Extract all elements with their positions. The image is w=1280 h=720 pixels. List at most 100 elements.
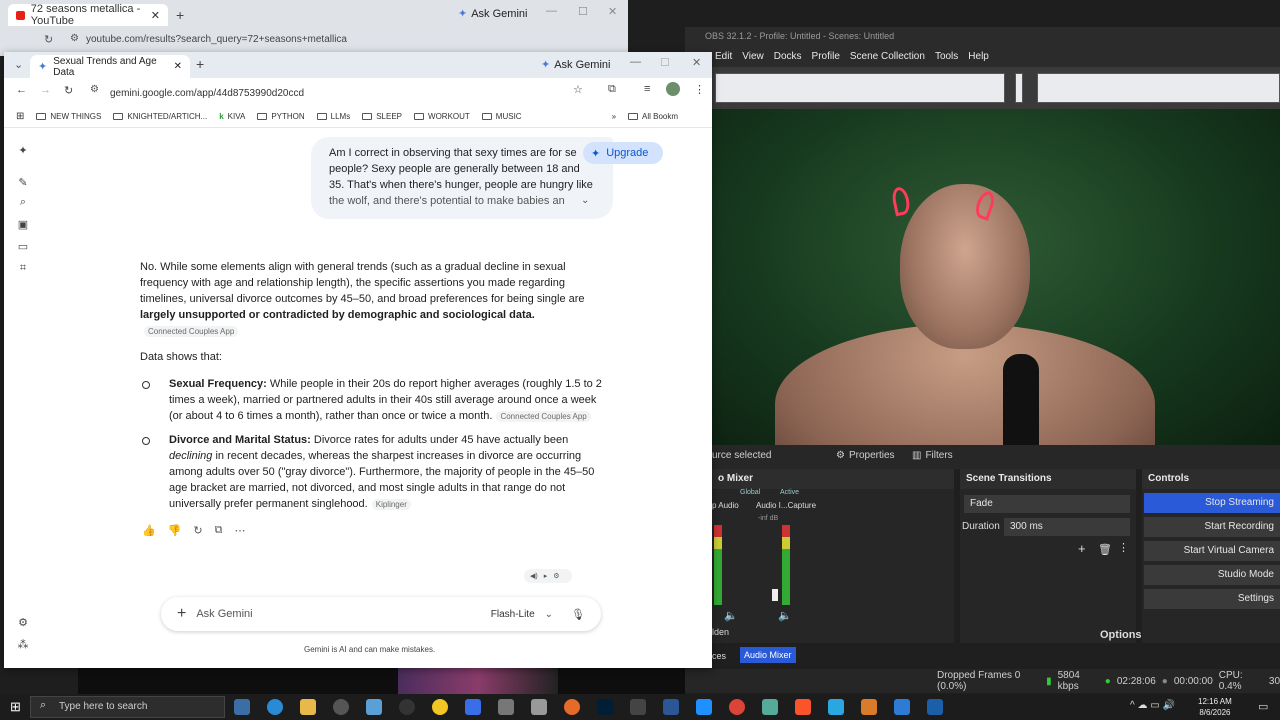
regenerate-icon[interactable]: ↻ [193,524,202,537]
grid-icon[interactable]: ⌗ [16,262,30,275]
file-explorer-icon[interactable] [300,699,316,715]
menu-icon[interactable]: ⋮ [694,83,705,96]
maximize-icon[interactable]: ☐ [660,56,670,69]
task-view-icon[interactable] [234,699,250,715]
settings-icon[interactable]: ⚙ [553,572,559,580]
menu-docks[interactable]: Docks [774,51,802,62]
microphone-icon[interactable]: 🎙 [571,608,585,621]
menu-edit[interactable]: Edit [715,51,732,62]
system-tray-icons[interactable]: ^ ☁ ▭ 🔊 [1130,700,1175,711]
tab-hidden[interactable]: lden [712,627,729,637]
site-info-icon[interactable]: ⚙ [70,33,79,44]
menu-tools[interactable]: Tools [935,51,958,62]
brave-icon[interactable] [795,699,811,715]
add-icon[interactable]: + [1078,541,1086,556]
site-info-icon[interactable]: ⚙ [90,84,99,95]
bookmark-sleep[interactable]: SLEEP [362,112,402,121]
back-icon[interactable]: ← [16,84,27,96]
bookmark-kiva[interactable]: k KIVA [219,112,245,121]
gemini-logo-icon[interactable]: ✦ [16,144,30,157]
close-window-icon[interactable]: ✕ [692,56,701,69]
app-icon[interactable] [531,699,547,715]
bookmark-star-icon[interactable]: ☆ [573,83,583,96]
edge-icon[interactable] [267,699,283,715]
start-icon[interactable]: ⊞ [10,699,21,715]
chrome-icon[interactable] [729,699,745,715]
address-bar[interactable]: gemini.google.com/app/44d8753990d20ccd [110,88,304,99]
close-icon[interactable]: ✕ [151,9,160,22]
bookmark-new-things[interactable]: NEW THINGS [36,112,101,121]
avatar[interactable] [666,82,680,96]
app-icon[interactable] [432,699,448,715]
bookmark-all[interactable]: All Bookm [628,112,678,121]
studio-mode-button[interactable]: Studio Mode [1144,565,1280,585]
bookmark-workout[interactable]: WORKOUT [414,112,470,121]
firefox-icon[interactable] [564,699,580,715]
tab-search-icon[interactable]: ⌄ [14,58,23,71]
minimize-icon[interactable]: — [630,56,641,68]
source-chip[interactable]: Connected Couples App [144,326,239,337]
ask-gemini-button[interactable]: ✦ Ask Gemini [541,58,610,72]
app-icon[interactable] [696,699,712,715]
playlist-icon[interactable]: ≡ [644,83,650,95]
close-window-icon[interactable]: ✕ [608,5,617,18]
stop-streaming-button[interactable]: Stop Streaming [1144,493,1280,513]
add-icon[interactable]: + [177,605,186,623]
app-icon[interactable] [927,699,943,715]
menu-help[interactable]: Help [968,51,989,62]
speaker-icon[interactable]: 🔈 [778,609,792,622]
play-icon[interactable]: ▸ [544,572,548,580]
docs-icon[interactable] [465,699,481,715]
properties-button[interactable]: ⚙ Properties [836,450,895,461]
new-chat-icon[interactable]: ✎ [16,176,30,189]
source-chip[interactable]: Connected Couples App [496,411,591,422]
tab-gemini[interactable]: ✦ Sexual Trends and Age Data ✕ [30,55,190,78]
app-icon[interactable] [663,699,679,715]
app-icon[interactable] [894,699,910,715]
taskbar-search[interactable]: Type here to search [30,696,225,718]
library-icon[interactable]: ▣ [16,218,30,231]
clock[interactable]: 12:16 AM 8/6/2026 [1198,696,1232,718]
tab-youtube[interactable]: 72 seasons metallica - YouTube ✕ [8,3,168,27]
bookmark-music[interactable]: MUSIC [481,112,522,121]
chevron-down-icon[interactable]: ⌄ [545,609,553,620]
new-tab-icon[interactable]: + [176,7,184,23]
menu-view[interactable]: View [742,51,764,62]
apps-icon[interactable]: ⁂ [16,638,30,651]
tab-audio-mixer[interactable]: Audio Mixer [740,647,796,663]
filters-button[interactable]: ▥ Filters [912,450,953,461]
reload-icon[interactable]: ↻ [64,84,73,97]
apps-icon[interactable]: ⊞ [16,111,24,122]
new-tab-icon[interactable]: + [196,56,204,72]
thumbs-up-icon[interactable]: 👍 [142,524,156,537]
more-options-icon[interactable]: ⋯ [234,524,245,537]
menu-profile[interactable]: Profile [812,51,840,62]
source-chip[interactable]: Kiplinger [371,499,411,510]
app-icon[interactable] [828,699,844,715]
speaker-icon[interactable]: 🔈 [724,609,738,622]
photoshop-icon[interactable] [597,699,613,715]
volume-icon[interactable]: ◀) [530,572,538,580]
ask-input[interactable]: Ask Gemini [196,608,252,620]
upgrade-button[interactable]: ✦ Upgrade [583,142,663,164]
more-bookmarks-icon[interactable]: » [612,112,616,121]
bookmark-knighted[interactable]: KNIGHTED/ARTICH... [113,112,207,121]
channel-2-label[interactable]: Audio I...Capture [756,501,816,510]
search-icon[interactable]: ⌕ [16,196,30,209]
obs-icon[interactable] [399,699,415,715]
minimize-icon[interactable]: — [546,5,557,17]
copy-icon[interactable]: ⧉ [215,524,223,537]
model-selector[interactable]: Flash-Lite [491,609,535,620]
extensions-icon[interactable]: ⧉ [608,83,616,96]
app-icon[interactable] [366,699,382,715]
address-bar[interactable]: youtube.com/results?search_query=72+seas… [86,34,347,45]
duration-input[interactable]: 300 ms [1004,518,1130,536]
ask-input-box[interactable]: + Ask Gemini Flash-Lite ⌄ 🎙 [161,597,601,631]
expand-chevron-icon[interactable]: ⌄ [581,195,589,206]
app-icon[interactable] [861,699,877,715]
tab-sources[interactable]: ces [712,651,726,661]
transition-select[interactable]: Fade [964,495,1130,513]
more-icon[interactable]: ⋮ [1118,541,1129,554]
forward-icon[interactable]: → [40,84,51,96]
gems-icon[interactable]: ▭ [16,240,30,253]
